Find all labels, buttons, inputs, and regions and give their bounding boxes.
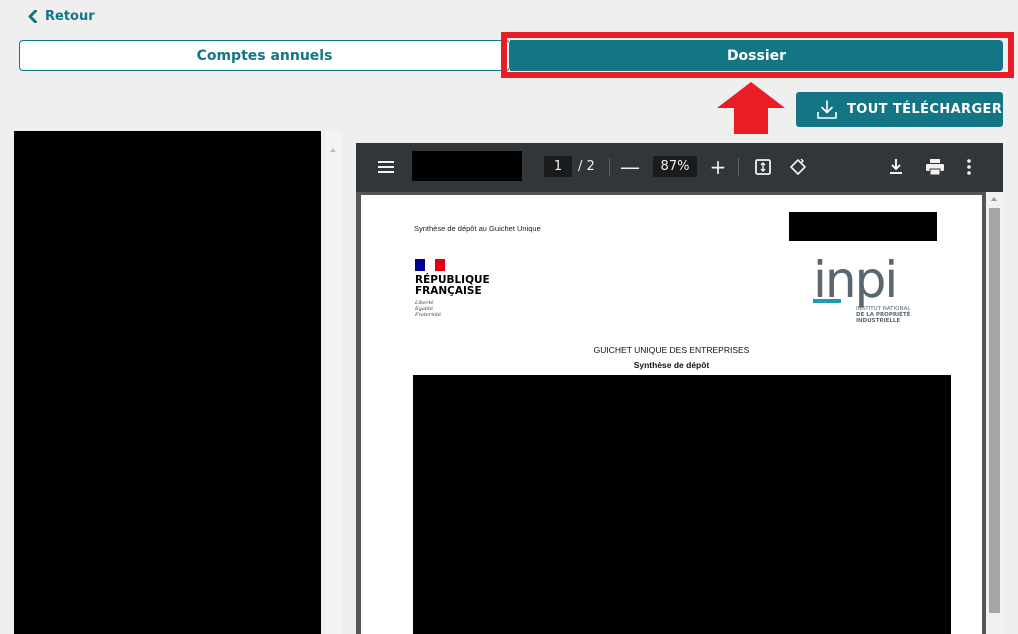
svg-text:INDUSTRIELLE: INDUSTRIELLE	[856, 318, 900, 324]
scroll-up-arrow-icon[interactable]	[330, 148, 336, 152]
chevron-left-icon	[28, 10, 37, 23]
zoom-level-input[interactable]: 87%	[653, 156, 697, 177]
tab-comptes-annuels[interactable]: Comptes annuels	[19, 40, 510, 71]
pdf-toolbar: 1 / 2 — 87% +	[356, 143, 1003, 192]
back-link[interactable]: Retour	[28, 9, 95, 24]
toolbar-divider	[738, 158, 739, 176]
left-scrollbar[interactable]	[325, 131, 342, 634]
document-header: Synthèse de dépôt au Guichet Unique	[414, 224, 541, 233]
pdf-page: Synthèse de dépôt au Guichet Unique RÉPU…	[361, 195, 982, 634]
download-icon[interactable]	[888, 158, 904, 176]
download-tray-icon	[817, 99, 837, 119]
page-total: / 2	[578, 159, 595, 174]
redacted-content	[413, 375, 951, 634]
redacted-panel	[14, 131, 321, 634]
download-all-label: TOUT TÉLÉCHARGER	[847, 102, 1003, 117]
page-number-input[interactable]: 1	[544, 156, 572, 177]
rotate-icon[interactable]	[788, 157, 808, 177]
french-flag-icon	[415, 259, 445, 271]
republique-name: RÉPUBLIQUE FRANÇAISE	[415, 274, 490, 297]
hamburger-menu-icon[interactable]	[376, 157, 396, 177]
fit-page-icon[interactable]	[754, 158, 772, 176]
svg-text:DE LA PROPRIÉTÉ: DE LA PROPRIÉTÉ	[856, 310, 911, 318]
republique-motto: Liberté Égalité Fraternité	[415, 300, 441, 318]
document-subtitle: Synthèse de dépôt	[633, 360, 710, 370]
download-all-button[interactable]: TOUT TÉLÉCHARGER	[796, 92, 1003, 127]
more-vertical-icon[interactable]	[964, 157, 974, 177]
redacted-reference	[789, 212, 937, 241]
document-title: GUICHET UNIQUE DES ENTREPRISES	[593, 345, 750, 355]
pdf-viewer: 1 / 2 — 87% + Synthèse de dépôt au Guich…	[356, 143, 1003, 634]
inpi-logo: inpi INSTITUT NATIONAL DE LA PROPRIÉTÉ I…	[813, 255, 911, 324]
scroll-thumb[interactable]	[989, 208, 1000, 613]
back-label: Retour	[45, 9, 95, 24]
print-icon[interactable]	[925, 158, 945, 176]
annotation-highlight-box	[501, 32, 1014, 78]
republique-francaise-logo: RÉPUBLIQUE FRANÇAISE Liberté Égalité Fra…	[415, 259, 490, 318]
redacted-document-title	[412, 151, 522, 181]
zoom-in-button[interactable]: +	[708, 155, 728, 179]
arrow-up-icon	[717, 82, 785, 134]
zoom-out-button[interactable]: —	[620, 155, 640, 179]
scroll-up-arrow-icon[interactable]	[991, 197, 997, 201]
pdf-scrollbar[interactable]	[986, 192, 1003, 634]
toolbar-divider	[609, 158, 610, 176]
